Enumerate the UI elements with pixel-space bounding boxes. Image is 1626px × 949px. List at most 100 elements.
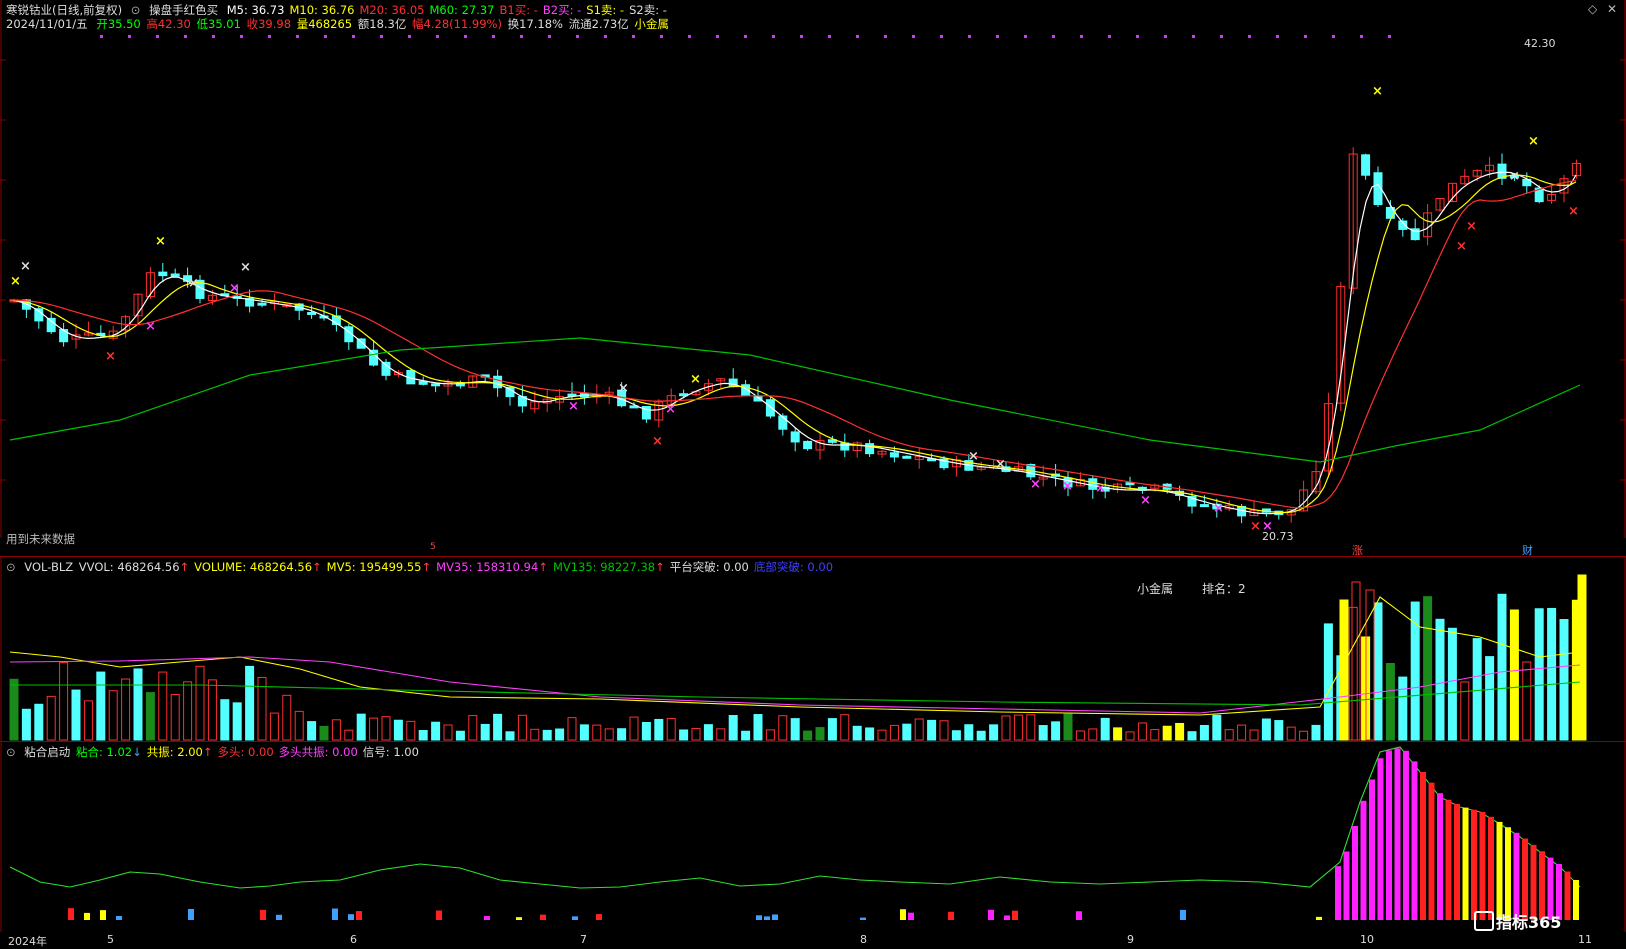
ma-value: M5: 36.73 xyxy=(226,3,285,17)
volume-bar xyxy=(21,708,31,741)
volume-bar xyxy=(716,728,726,741)
volume-bar xyxy=(1199,724,1209,741)
volume-bar xyxy=(133,668,143,741)
volume-bar xyxy=(1497,593,1507,741)
volume-bar xyxy=(34,703,44,741)
signal-dot xyxy=(1248,35,1251,38)
volume-bar xyxy=(654,718,664,741)
volume-bar xyxy=(1224,729,1234,741)
diamond-icon[interactable]: ◇ xyxy=(1588,2,1597,16)
price-pane[interactable]: × × × × × × × × × × × × × × × × × × × × × × × × × × × × 寒锐钴业(日线,前复权… xyxy=(0,0,1626,557)
volume-bar xyxy=(269,712,279,741)
close-icon[interactable]: ✕ xyxy=(1607,2,1617,16)
volume-value: 平台突破: 0.00 xyxy=(669,560,749,574)
indicator-bar xyxy=(1316,916,1322,920)
signal-dot xyxy=(1304,35,1307,38)
indicator-bar xyxy=(1513,832,1520,920)
indicator-name[interactable]: 粘合启动 xyxy=(24,745,70,759)
volume-bar xyxy=(1351,581,1361,741)
volume-chart[interactable] xyxy=(0,557,1626,741)
volume-bar xyxy=(393,719,403,741)
volume-bar xyxy=(170,693,180,741)
indicator-bar xyxy=(68,908,74,920)
volume-bar xyxy=(195,665,205,741)
volume-indicator-name[interactable]: VOL-BLZ xyxy=(24,560,73,574)
volume-bar xyxy=(679,729,689,741)
volume-bar xyxy=(369,717,379,741)
volume-bar xyxy=(1150,729,1160,741)
signal-dot xyxy=(324,35,327,38)
quote-amount: 额18.3亿 xyxy=(357,17,407,31)
volume-bar xyxy=(1385,662,1395,741)
indicator-bar xyxy=(1369,779,1375,920)
volume-bar xyxy=(691,728,701,741)
indicator-value: 粘合: 1.02↓ xyxy=(75,745,142,759)
signal-dot xyxy=(1164,35,1167,38)
collapse-icon[interactable]: ⊙ xyxy=(131,3,141,17)
ma-value: S2卖: - xyxy=(629,3,667,17)
indicator-bar xyxy=(260,909,266,920)
watermark: 指标365 xyxy=(1474,909,1561,933)
indicator-bar xyxy=(1411,761,1418,920)
volume-bar xyxy=(71,689,81,741)
volume-bar xyxy=(1286,726,1296,741)
collapse-icon[interactable]: ⊙ xyxy=(6,745,16,759)
volume-bar xyxy=(96,671,106,741)
date-axis: 2024年 5 6 7 8 9 10 11 xyxy=(0,932,1626,949)
volume-bar xyxy=(1013,714,1023,741)
candle-body xyxy=(778,415,788,430)
signal-x-icon: × xyxy=(652,434,663,449)
volume-bar xyxy=(840,714,850,741)
axis-tick: 11 xyxy=(1578,933,1592,946)
volume-bar xyxy=(889,724,899,741)
volume-bar xyxy=(555,728,565,741)
volume-bar xyxy=(728,715,738,741)
signal-dot xyxy=(632,35,635,38)
volume-pane[interactable]: ⊙ VOL-BLZ VVOL: 468264.56↑ VOLUME: 468264… xyxy=(0,557,1626,741)
signal-dot xyxy=(884,35,887,38)
axis-tick: 7 xyxy=(580,933,587,946)
signal-x-icon: × xyxy=(1528,134,1539,149)
volume-bar xyxy=(83,700,93,741)
volume-bar xyxy=(703,724,713,741)
volume-bar xyxy=(666,717,676,741)
signal-dot xyxy=(128,35,131,38)
volume-bar xyxy=(1113,727,1123,741)
volume-bar xyxy=(1435,618,1445,741)
volume-value: MV135: 98227.38↑ xyxy=(552,560,665,574)
signal-dot xyxy=(1052,35,1055,38)
signal-dot xyxy=(1388,35,1391,38)
signal-dot xyxy=(828,35,831,38)
signal-dot xyxy=(352,35,355,38)
signal-dot xyxy=(744,35,747,38)
watermark-logo-icon xyxy=(1474,911,1494,931)
signal-dot xyxy=(212,35,215,38)
signal-x-icon: × xyxy=(1456,239,1467,254)
indicator-bar xyxy=(1076,911,1082,920)
volume-bar xyxy=(827,718,837,741)
axis-tick: 6 xyxy=(350,933,357,946)
indicator-bar xyxy=(276,914,282,920)
indicator-bar xyxy=(116,915,122,920)
indicator-pane[interactable]: ⊙ 粘合启动 粘合: 1.02↓ 共振: 2.00↑ 多头: 0.00 多头共振: 0… xyxy=(0,742,1626,932)
candle-body xyxy=(493,375,503,389)
volume-bar xyxy=(1212,714,1222,741)
collapse-icon[interactable]: ⊙ xyxy=(6,560,16,574)
indicator-bar xyxy=(908,912,914,920)
indicator-header: ⊙ 粘合启动 粘合: 1.02↓ 共振: 2.00↑ 多头: 0.00 多头共振: 0… xyxy=(6,745,429,759)
volume-bar xyxy=(1323,623,1333,741)
signal-x-icon: × xyxy=(618,381,629,396)
volume-bar xyxy=(1175,722,1185,741)
candlestick-chart[interactable]: ×××××× ×××××××××× × ×××× ××××××× xyxy=(0,0,1626,538)
formula-name[interactable]: 操盘手红色买 xyxy=(149,3,218,17)
quote-low: 低35.01 xyxy=(196,17,241,31)
indicator-bar xyxy=(764,916,770,920)
indicator-chart[interactable] xyxy=(0,742,1626,932)
candle-body xyxy=(170,273,180,277)
indicator-bar xyxy=(516,917,522,920)
candle-body xyxy=(902,455,912,459)
volume-bar xyxy=(344,729,354,741)
indicator-value: 多头: 0.00 xyxy=(217,745,274,759)
candle-body xyxy=(840,442,850,451)
signal-dot xyxy=(1108,35,1111,38)
